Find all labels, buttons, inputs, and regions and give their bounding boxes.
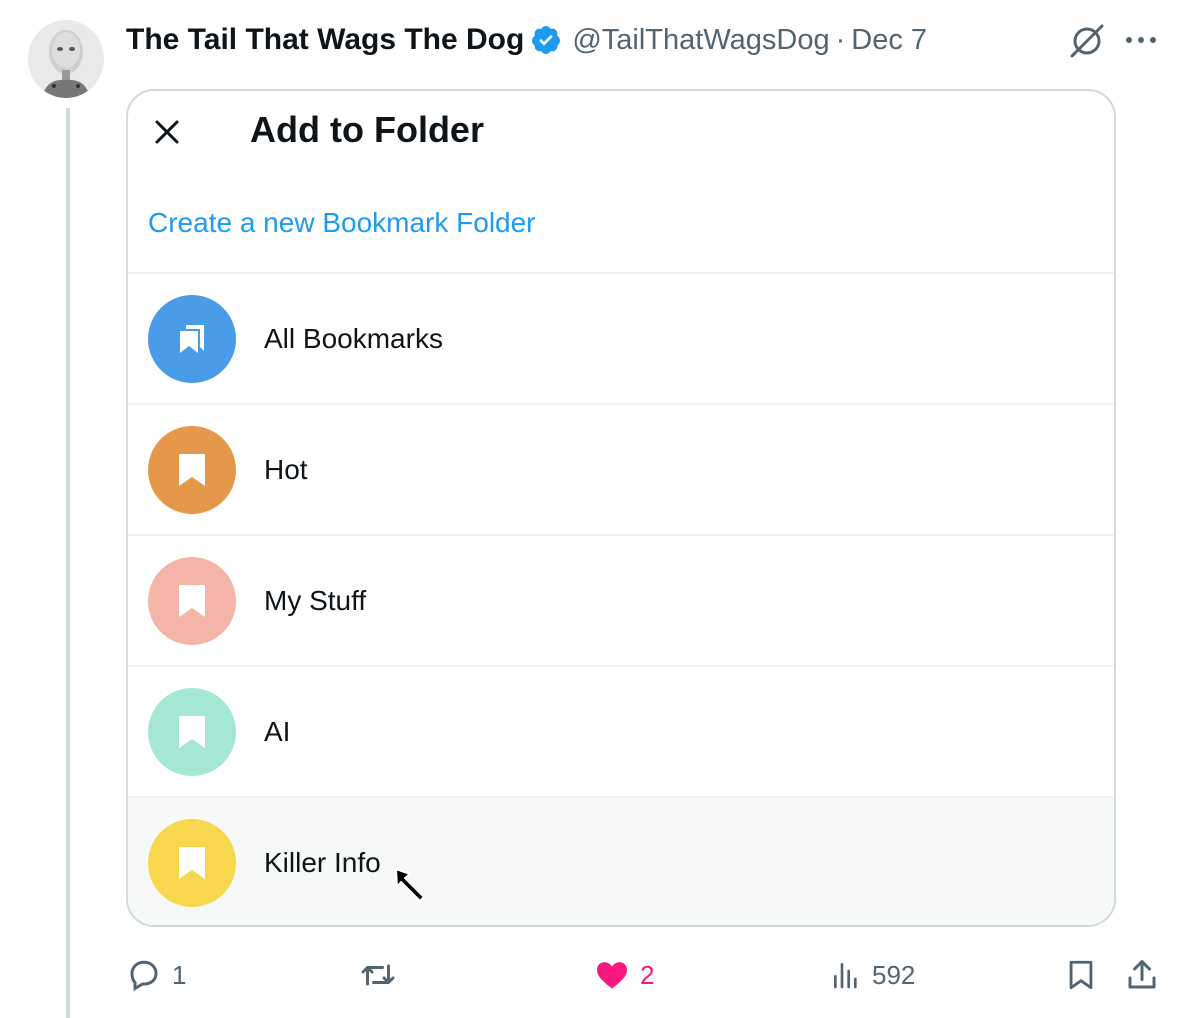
views-button[interactable]: 592 [830,950,915,1000]
more-options-icon[interactable] [1124,30,1158,50]
modal-title: Add to Folder [250,109,484,150]
folder-circle [148,294,236,383]
display-name[interactable]: The Tail That Wags The Dog [126,23,524,57]
view-count: 592 [872,959,916,990]
share-button[interactable] [1124,950,1160,1000]
bookmark-outline-icon [1069,960,1093,990]
folder-label: All Bookmarks [264,322,443,354]
folder-list: All Bookmarks Hot My Stuff AI Killer Inf… [128,272,1114,925]
bookmark-icon [179,584,205,617]
folder-circle [148,687,236,776]
reply-icon [130,960,158,992]
robot-avatar-icon [28,20,104,98]
add-to-folder-card: Add to Folder Create a new Bookmark Fold… [126,89,1116,927]
folder-item-killer-info[interactable]: Killer Info [128,796,1114,925]
folder-item-my-stuff[interactable]: My Stuff [128,534,1114,665]
grok-icon[interactable] [1068,22,1106,60]
views-chart-icon [834,963,857,989]
bookmark-button[interactable] [1064,950,1098,1000]
folder-circle [148,818,236,907]
folder-circle [148,556,236,645]
handle[interactable]: @TailThatWagsDog [572,24,829,57]
folder-item-hot[interactable]: Hot [128,403,1114,534]
tweet-date[interactable]: Dec 7 [851,24,927,57]
folder-label: AI [264,715,291,747]
folder-item-ai[interactable]: AI [128,665,1114,796]
bookmark-icon [179,715,205,748]
folder-label: Hot [264,453,308,485]
heart-icon [597,962,627,989]
like-count: 2 [640,959,655,990]
create-folder-link[interactable]: Create a new Bookmark Folder [148,207,536,239]
folder-label: Killer Info [264,846,381,878]
avatar[interactable] [28,20,104,98]
bookmarks-stack-icon [180,324,204,353]
verified-badge-icon [532,26,561,54]
folder-circle [148,425,236,514]
reply-button[interactable]: 1 [126,950,186,1000]
folder-label: My Stuff [264,584,367,616]
folder-item-all-bookmarks[interactable]: All Bookmarks [128,272,1114,403]
mouse-cursor-icon [395,868,425,902]
modal-header: Add to Folder [128,91,1114,171]
reply-count: 1 [172,959,187,990]
separator-dot: · [835,23,846,56]
repost-icon [361,964,395,986]
share-icon [1128,960,1156,989]
repost-button[interactable] [358,950,408,1000]
tweet-header: The Tail That Wags The Dog @TailThatWags… [126,20,927,60]
like-button[interactable]: 2 [594,950,654,1000]
close-icon[interactable] [150,115,184,149]
bookmark-icon [179,846,205,879]
thread-line [66,108,70,1018]
bookmark-icon [179,453,205,486]
tweet-actions: 1 2 592 [126,950,1166,1000]
